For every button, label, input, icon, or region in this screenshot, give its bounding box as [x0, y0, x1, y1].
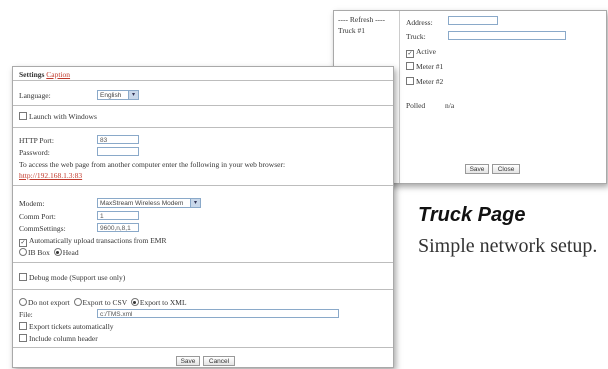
include-header-label: Include column header: [29, 334, 98, 343]
language-select[interactable]: English ▾: [97, 90, 139, 100]
debug-label: Debug mode (Support use only): [29, 273, 126, 282]
password-label: Password:: [19, 148, 50, 157]
include-header-checkbox[interactable]: [19, 334, 27, 342]
divider: [13, 80, 393, 81]
settings-header: Settings Caption: [19, 70, 70, 79]
meter2-row: Meter #2: [406, 77, 443, 86]
divider: [13, 105, 393, 106]
no-export-radio[interactable]: [19, 298, 27, 306]
active-label: Active: [416, 47, 436, 56]
head-radio[interactable]: [53, 248, 62, 256]
meter1-row: Meter #1: [406, 62, 443, 71]
auto-upload-row: ✓ Automatically upload transactions from …: [19, 236, 166, 247]
close-button[interactable]: Close: [492, 164, 520, 174]
refresh-link[interactable]: ---- Refresh ----: [338, 15, 385, 24]
address-label: Address:: [406, 18, 433, 27]
ib-box-label: IB Box: [28, 248, 50, 257]
divider: [13, 185, 393, 186]
polled-label: Polled: [406, 101, 426, 110]
modem-select[interactable]: MaxStream Wireless Modem ▾: [97, 198, 201, 208]
http-port-input[interactable]: 83: [97, 135, 139, 144]
caption-text: Simple network setup.: [418, 235, 598, 257]
truck-input[interactable]: [448, 31, 566, 40]
access-text: To access the web page from another comp…: [19, 160, 286, 169]
launch-label: Launch with Windows: [29, 112, 97, 121]
divider: [13, 127, 393, 128]
access-url-link[interactable]: http://192.168.1.3:83: [19, 171, 82, 180]
password-input[interactable]: [97, 147, 139, 156]
http-port-label: HTTP Port:: [19, 136, 54, 145]
divider: [13, 262, 393, 263]
auto-upload-label: Automatically upload transactions from E…: [29, 236, 167, 245]
launch-row: Launch with Windows: [19, 112, 97, 121]
meter2-label: Meter #2: [416, 77, 444, 86]
debug-checkbox[interactable]: [19, 273, 27, 281]
export-auto-label: Export tickets automatically: [29, 322, 114, 331]
meter1-label: Meter #1: [416, 62, 444, 71]
access-url-row: http://192.168.1.3:83: [19, 171, 82, 180]
box-type-row: IB Box Head: [19, 248, 79, 257]
auto-upload-checkbox[interactable]: ✓: [19, 239, 27, 247]
truck-label: Truck:: [406, 32, 426, 41]
language-value: English: [100, 92, 122, 99]
meter1-checkbox[interactable]: [406, 62, 414, 70]
settings-panel: Settings Caption Language: English ▾ Lau…: [12, 66, 394, 368]
head-label: Head: [62, 248, 79, 257]
chevron-down-icon: ▾: [190, 199, 200, 207]
settings-title: Settings: [19, 70, 45, 79]
save-button[interactable]: Save: [176, 356, 200, 366]
polled-value: n/a: [445, 101, 455, 110]
debug-row: Debug mode (Support use only): [19, 273, 125, 282]
chevron-down-icon: ▾: [128, 91, 138, 99]
cancel-button[interactable]: Cancel: [203, 356, 235, 366]
no-export-label: Do not export: [28, 298, 70, 307]
caption-title: Truck Page: [418, 204, 526, 226]
divider: [13, 289, 393, 290]
export-auto-row: Export tickets automatically: [19, 322, 114, 331]
export-xml-radio[interactable]: [130, 298, 139, 306]
comm-port-label: Comm Port:: [19, 212, 56, 221]
export-csv-radio[interactable]: [73, 298, 82, 306]
caption-link[interactable]: Caption: [46, 70, 70, 79]
export-mode-row: Do not export Export to CSV Export to XM…: [19, 298, 187, 307]
file-input[interactable]: c:/TMS.xml: [97, 309, 339, 318]
include-header-row: Include column header: [19, 334, 98, 343]
save-button[interactable]: Save: [465, 164, 489, 174]
active-row: ✓ Active: [406, 47, 436, 58]
list-item-truck-1[interactable]: Truck #1: [338, 26, 365, 35]
export-xml-label: Export to XML: [139, 298, 187, 307]
meter2-checkbox[interactable]: [406, 77, 414, 85]
divider: [13, 347, 393, 348]
language-label: Language:: [19, 91, 51, 100]
launch-checkbox[interactable]: [19, 112, 27, 120]
export-auto-checkbox[interactable]: [19, 322, 27, 330]
active-checkbox[interactable]: ✓: [406, 50, 414, 58]
comm-port-input[interactable]: 1: [97, 211, 139, 220]
modem-value: MaxStream Wireless Modem: [100, 200, 184, 207]
export-csv-label: Export to CSV: [82, 298, 127, 307]
address-input[interactable]: [448, 16, 498, 25]
comm-settings-label: CommSettings:: [19, 224, 66, 233]
ib-box-radio[interactable]: [19, 248, 27, 256]
modem-label: Modem:: [19, 199, 45, 208]
comm-settings-input[interactable]: 9600,n,8,1: [97, 223, 139, 232]
file-label: File:: [19, 310, 33, 319]
